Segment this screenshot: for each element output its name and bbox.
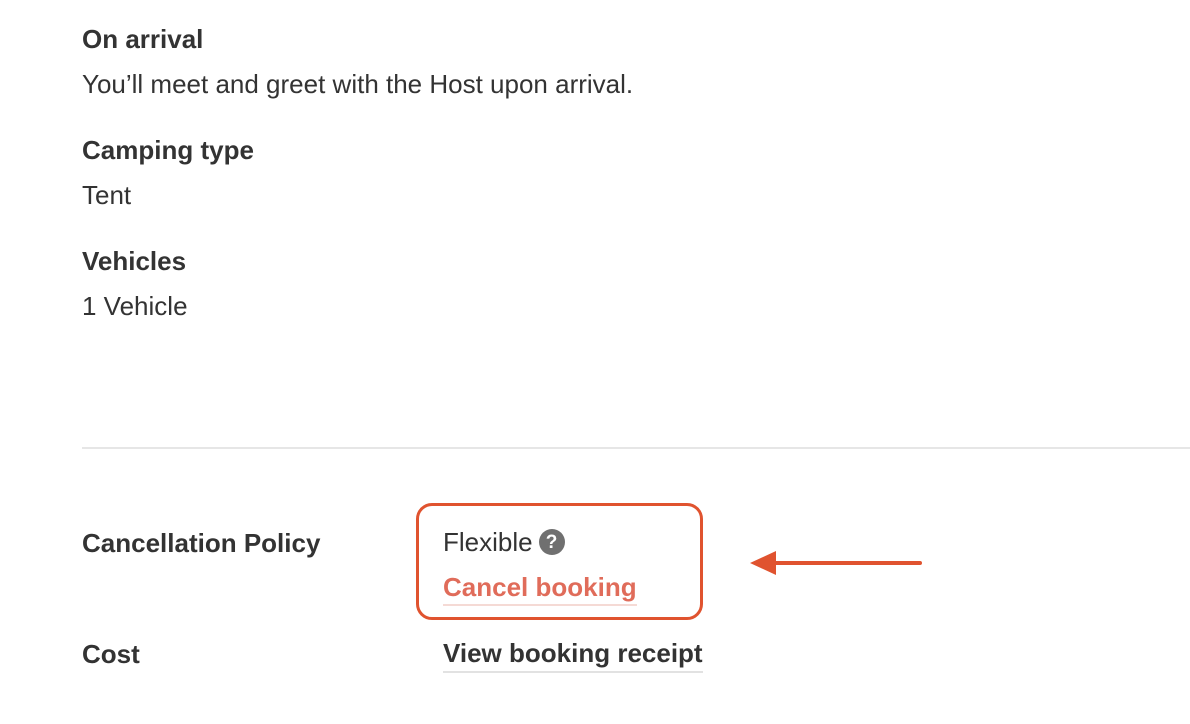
- cost-heading: Cost: [82, 639, 140, 669]
- camping-type-value: Tent: [82, 180, 132, 210]
- camping-type-heading: Camping type: [82, 135, 254, 165]
- vehicles-heading: Vehicles: [82, 246, 187, 276]
- cancellation-policy-heading: Cancellation Policy: [82, 528, 321, 558]
- cancellation-policy-value: Flexible: [443, 527, 533, 557]
- on-arrival-heading: On arrival: [82, 24, 204, 54]
- vehicles-value: 1 Vehicle: [82, 291, 188, 321]
- arrow-left-icon: [750, 551, 922, 575]
- on-arrival-value: You’ll meet and greet with the Host upon…: [82, 69, 634, 99]
- section-divider: [82, 447, 1190, 449]
- cancellation-policy-value-row: Flexible ?: [443, 529, 565, 555]
- question-circle-icon[interactable]: ?: [538, 529, 565, 555]
- cancel-booking-link[interactable]: Cancel booking: [443, 574, 637, 606]
- view-booking-receipt-link[interactable]: View booking receipt: [443, 640, 703, 673]
